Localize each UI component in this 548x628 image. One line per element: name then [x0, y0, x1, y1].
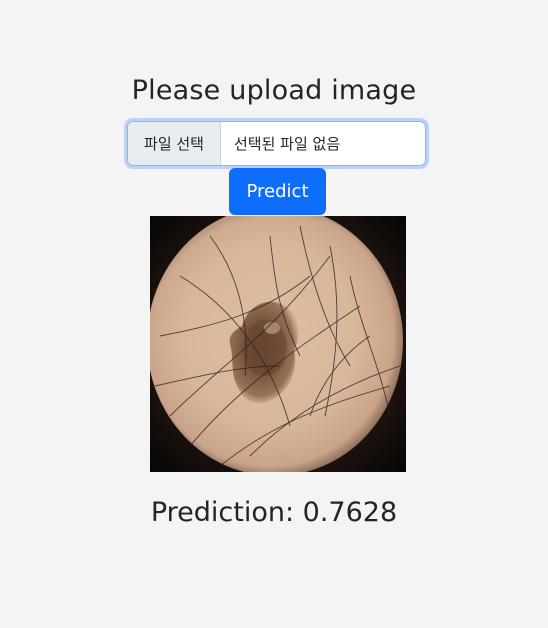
choose-file-button[interactable]: 파일 선택	[128, 122, 221, 165]
page-title: Please upload image	[131, 75, 417, 106]
lesion-image	[150, 216, 406, 472]
page: Please upload image 파일 선택 선택된 파일 없음 Pred…	[0, 0, 548, 628]
predict-button[interactable]: Predict	[229, 168, 326, 215]
file-status-text: 선택된 파일 없음	[234, 135, 341, 153]
file-input[interactable]: 파일 선택 선택된 파일 없음	[127, 121, 426, 166]
prediction-result: Prediction: 0.7628	[150, 497, 398, 528]
